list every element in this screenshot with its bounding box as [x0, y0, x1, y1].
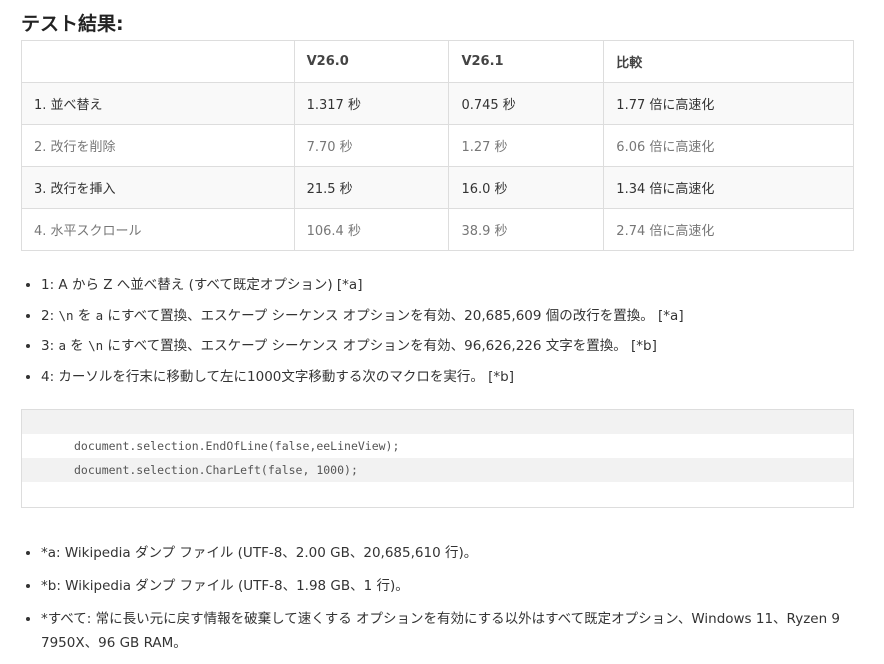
inline-code: a	[95, 307, 104, 323]
table-row: 1. 並べ替え 1.317 秒 0.745 秒 1.77 倍に高速化	[21, 82, 854, 125]
note-text: 4: カーソルを行末に移動して左に1000文字移動する次のマクロを実行。 [*b…	[41, 368, 515, 385]
inline-code: \n	[58, 307, 74, 323]
code-line: document.selection.EndOfLine(false,eeLin…	[74, 439, 400, 453]
code-block-spacer	[22, 410, 853, 434]
cell-v261: 16.0 秒	[448, 166, 605, 209]
footnote-text: *b: Wikipedia ダンプ ファイル (UTF-8、1.98 GB、1 …	[41, 578, 409, 594]
test-notes-list: 1: A から Z へ並べ替え (すべて既定オプション) [*a] 2: \n …	[21, 275, 684, 397]
header-cell-test	[21, 40, 295, 83]
footnote-text: *a: Wikipedia ダンプ ファイル (UTF-8、2.00 GB、20…	[41, 545, 478, 561]
header-cell-compare: 比較	[603, 40, 854, 83]
results-table: V26.0 V26.1 比較 1. 並べ替え 1.317 秒 0.745 秒 1…	[21, 40, 854, 251]
header-cell-v260: V26.0	[293, 40, 450, 83]
header-cell-v261: V26.1	[448, 40, 605, 83]
footnotes-list: *a: Wikipedia ダンプ ファイル (UTF-8、2.00 GB、20…	[21, 541, 861, 664]
cell-v261: 1.27 秒	[448, 124, 605, 167]
page-heading: テスト結果:	[21, 13, 124, 35]
cell-v260: 7.70 秒	[293, 124, 450, 167]
cell-test-name: 2. 改行を削除	[21, 124, 295, 167]
list-item: 2: \n を a にすべて置換、エスケープ シーケンス オプションを有効、20…	[41, 306, 684, 326]
inline-code: \n	[88, 338, 104, 353]
cell-compare: 2.74 倍に高速化	[603, 208, 854, 251]
footnote-text: *すべて: 常に長い元に戻す情報を破棄して速くする オプションを有効にする以外は…	[41, 611, 841, 651]
cell-v261: 0.745 秒	[448, 82, 605, 125]
table-row: 4. 水平スクロール 106.4 秒 38.9 秒 2.74 倍に高速化	[21, 208, 854, 251]
note-text-suffix: にすべて置換、エスケープ シーケンス オプションを有効、20,685,609 個…	[103, 307, 684, 324]
note-text-prefix: 2:	[41, 307, 59, 324]
table-row: 3. 改行を挿入 21.5 秒 16.0 秒 1.34 倍に高速化	[21, 166, 854, 209]
note-text-mid: を	[65, 338, 89, 354]
inline-code: a	[58, 338, 66, 353]
code-block[interactable]: document.selection.EndOfLine(false,eeLin…	[21, 409, 854, 508]
list-item: 4: カーソルを行末に移動して左に1000文字移動する次のマクロを実行。 [*b…	[41, 367, 684, 387]
cell-compare: 1.77 倍に高速化	[603, 82, 854, 125]
cell-test-name: 1. 並べ替え	[21, 82, 295, 125]
list-item: *a: Wikipedia ダンプ ファイル (UTF-8、2.00 GB、20…	[41, 541, 861, 565]
note-text-prefix: 3:	[41, 338, 59, 354]
cell-v260: 1.317 秒	[293, 82, 450, 125]
cell-compare: 6.06 倍に高速化	[603, 124, 854, 167]
table-row: 2. 改行を削除 7.70 秒 1.27 秒 6.06 倍に高速化	[21, 124, 854, 167]
cell-v260: 21.5 秒	[293, 166, 450, 209]
cell-test-name: 4. 水平スクロール	[21, 208, 295, 251]
cell-compare: 1.34 倍に高速化	[603, 166, 854, 209]
cell-v261: 38.9 秒	[448, 208, 605, 251]
list-item: 3: a を \n にすべて置換、エスケープ シーケンス オプションを有効、96…	[41, 336, 684, 356]
note-text-suffix: にすべて置換、エスケープ シーケンス オプションを有効、96,626,226 文…	[103, 338, 657, 354]
list-item: 1: A から Z へ並べ替え (すべて既定オプション) [*a]	[41, 275, 684, 295]
code-line: document.selection.CharLeft(false, 1000)…	[22, 458, 853, 482]
note-text-mid: を	[73, 307, 96, 324]
cell-test-name: 3. 改行を挿入	[21, 166, 295, 209]
list-item: *b: Wikipedia ダンプ ファイル (UTF-8、1.98 GB、1 …	[41, 574, 861, 598]
list-item: *すべて: 常に長い元に戻す情報を破棄して速くする オプションを有効にする以外は…	[41, 607, 861, 655]
note-text: 1: A から Z へ並べ替え (すべて既定オプション) [*a]	[41, 277, 363, 293]
cell-v260: 106.4 秒	[293, 208, 450, 251]
table-header-row: V26.0 V26.1 比較	[21, 40, 854, 83]
page: テスト結果: V26.0 V26.1 比較 1. 並べ替え 1.317 秒 0.…	[0, 0, 884, 657]
